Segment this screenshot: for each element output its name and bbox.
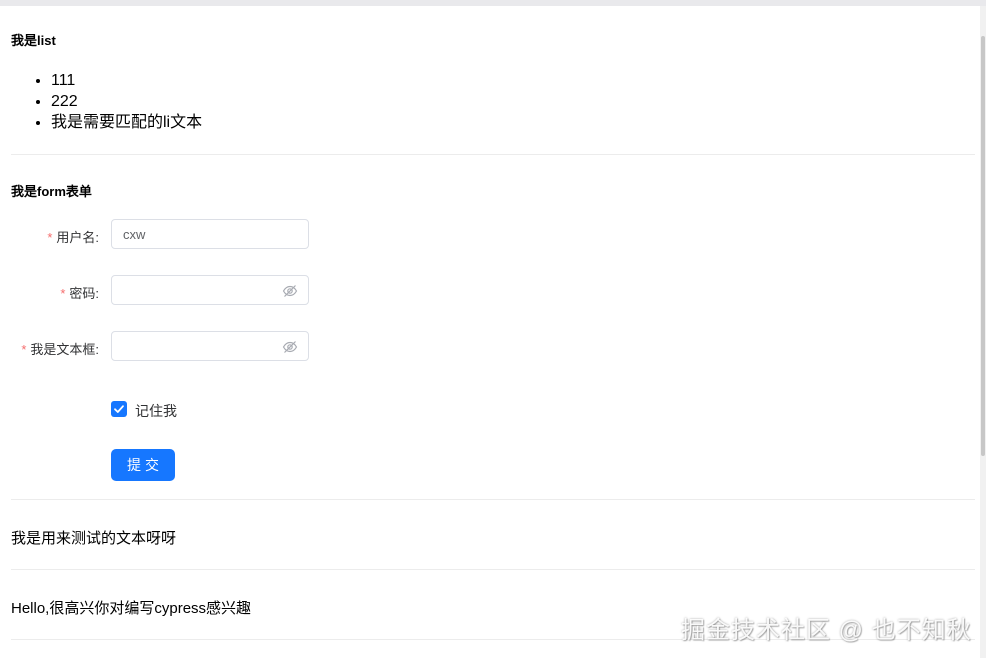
list-item: 我是需要匹配的li文本 (51, 112, 202, 133)
username-label-text: 用户名: (56, 230, 99, 245)
test-text: 我是用来测试的文本呀呀 (11, 530, 177, 547)
list-item: 222 (51, 91, 202, 112)
item-list: 111 222 我是需要匹配的li文本 (31, 70, 202, 133)
textbox-label: * 我是文本框: (21, 339, 99, 358)
remember-label[interactable]: 记住我 (135, 401, 177, 421)
section-divider (11, 499, 975, 500)
username-label: * 用户名: (47, 227, 99, 246)
remember-checkbox[interactable] (111, 401, 127, 417)
username-value: cxw (123, 227, 146, 242)
list-item: 111 (51, 70, 202, 91)
vertical-scrollbar[interactable] (980, 6, 986, 658)
hello-text: Hello,很高兴你对编写cypress感兴趣 (11, 600, 252, 617)
password-label-text: 密码: (69, 286, 99, 301)
eye-invisible-icon[interactable] (282, 283, 298, 299)
section-divider (11, 154, 975, 155)
textbox-input[interactable] (111, 331, 309, 361)
watermark-text: 掘金技术社区 @ 也不知秋 (681, 617, 972, 644)
form-section-title: 我是form表单 (11, 184, 92, 199)
eye-invisible-icon[interactable] (282, 339, 298, 355)
section-divider (11, 569, 975, 570)
submit-button[interactable]: 提交 (111, 449, 175, 481)
password-label: * 密码: (60, 283, 99, 302)
page-content: 我是list 111 222 我是需要匹配的li文本 我是form表单 *用户名… (0, 6, 980, 658)
required-mark: * (47, 230, 53, 245)
check-icon (114, 405, 124, 413)
required-mark: * (60, 286, 66, 301)
password-input[interactable] (111, 275, 309, 305)
list-section-title: 我是list (11, 33, 56, 48)
username-input[interactable]: cxw (111, 219, 309, 249)
scrollbar-thumb[interactable] (981, 36, 985, 456)
textbox-label-text: 我是文本框: (30, 342, 99, 357)
required-mark: * (21, 342, 27, 357)
